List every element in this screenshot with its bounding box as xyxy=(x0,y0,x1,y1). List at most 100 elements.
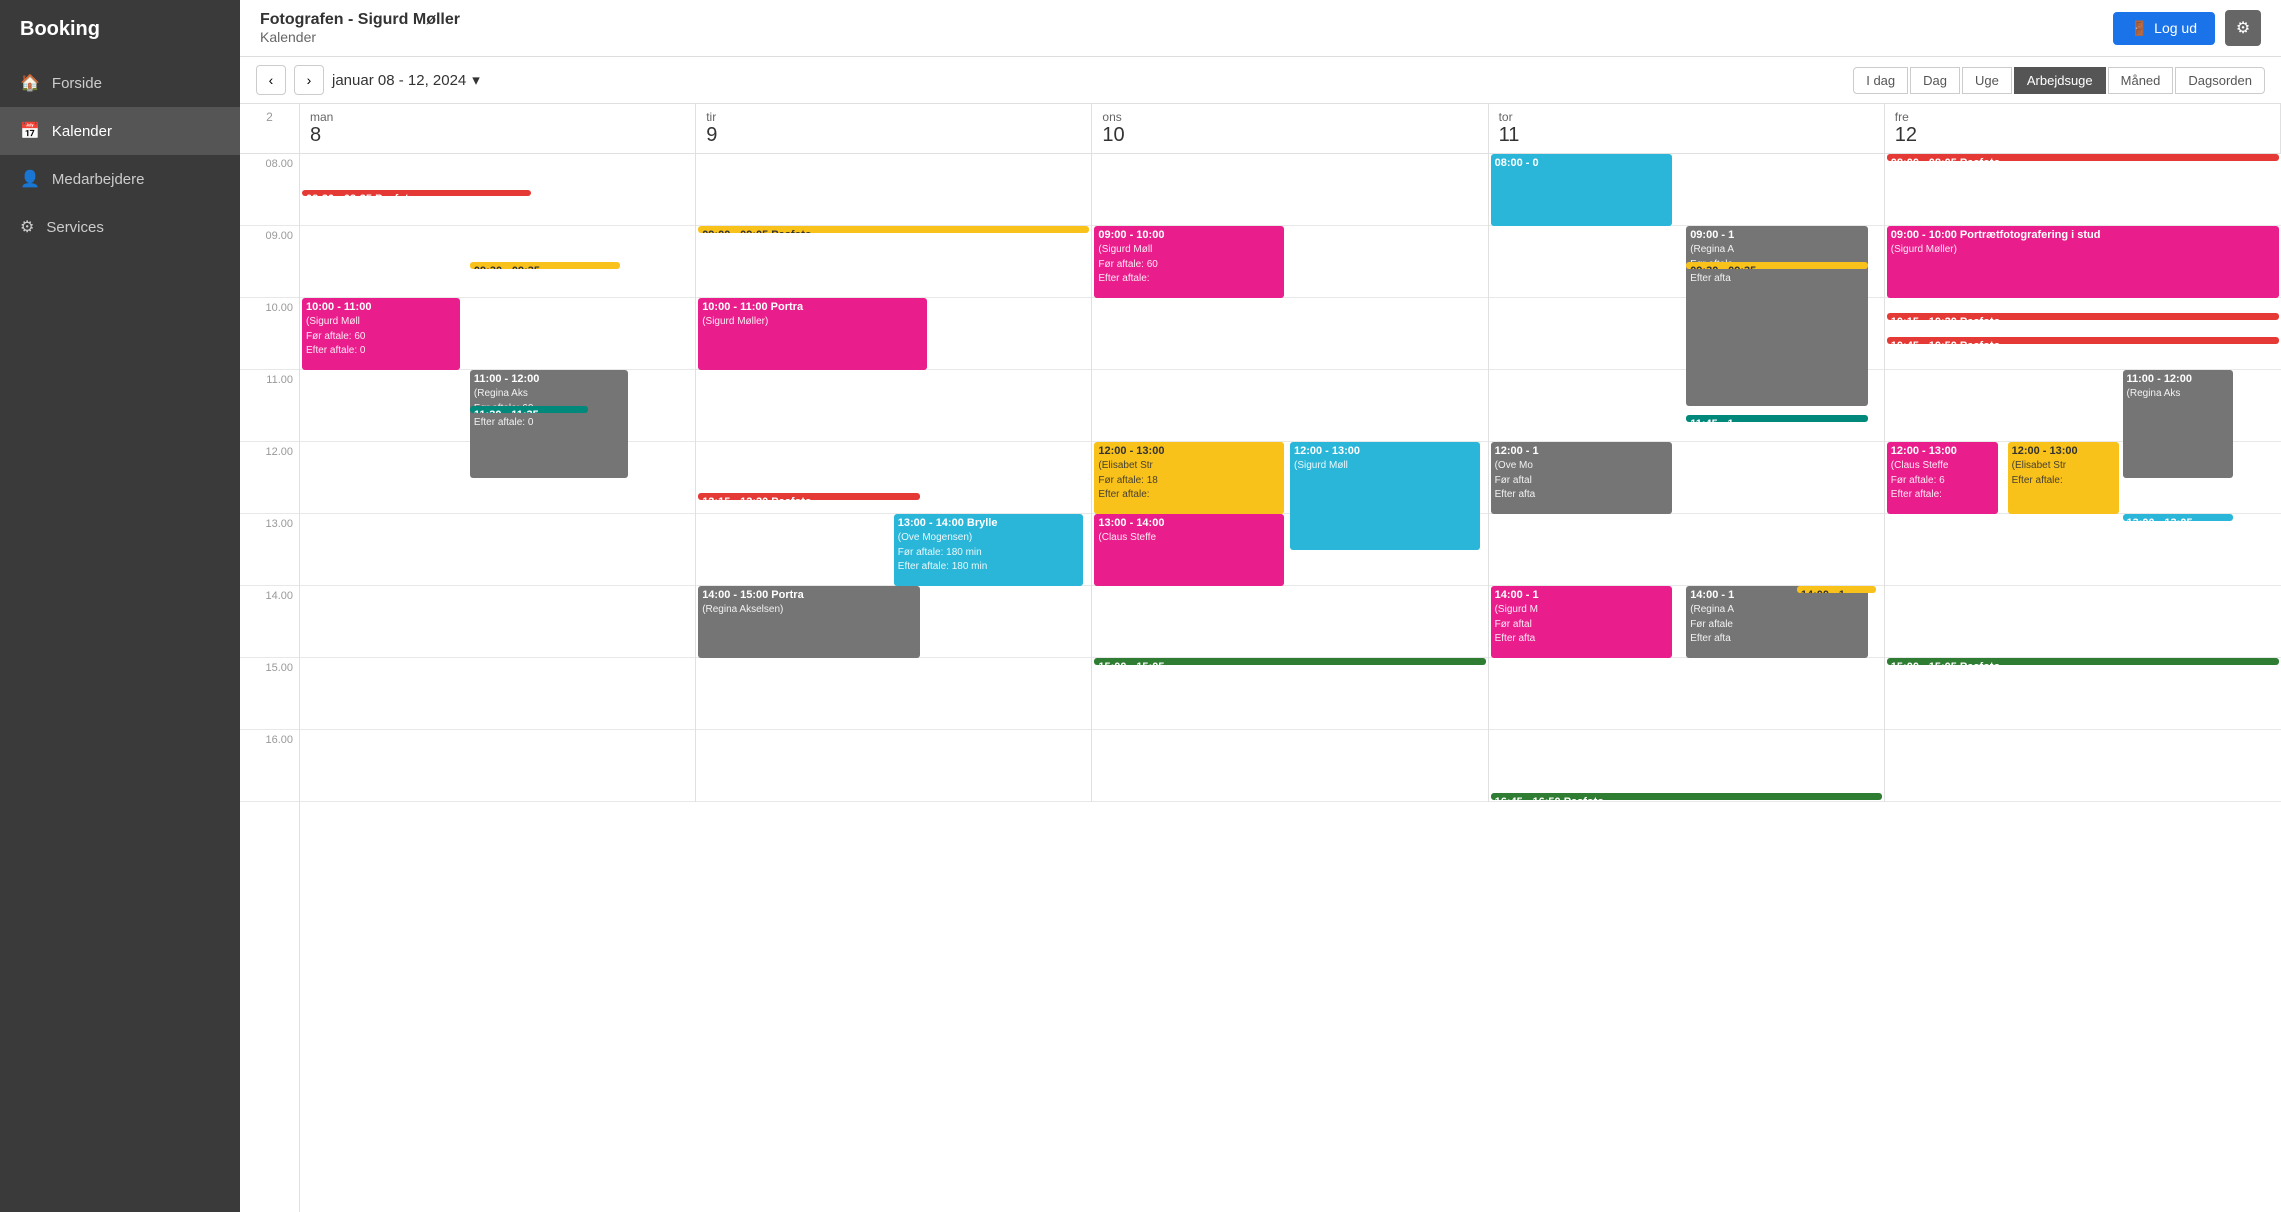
event-thu-1[interactable]: 08:00 - 0 xyxy=(1491,154,1673,226)
time-1400: 14.00 xyxy=(240,586,299,658)
day-header-mon: man 8 xyxy=(300,104,696,153)
event-thu-7[interactable]: 14:00 - 1 (Regina A Før aftale Efter aft… xyxy=(1686,586,1868,658)
sidebar-item-services[interactable]: ⚙ Services xyxy=(0,203,240,251)
logout-label: Log ud xyxy=(2154,20,2197,36)
sidebar-item-kalender-label: Kalender xyxy=(52,123,112,140)
time-1300: 13.00 xyxy=(240,514,299,586)
view-arbejdsuge-button[interactable]: Arbejdsuge xyxy=(2014,67,2106,94)
event-fri-4[interactable]: 10:45 - 10:50 Pasfoto - xyxy=(1887,337,2279,344)
week-number: 2 xyxy=(240,104,300,153)
event-fri-6[interactable]: 12:00 - 13:00 (Elisabet Str Efter aftale… xyxy=(2008,442,2119,514)
event-wed-3[interactable]: 13:00 - 14:00 (Claus Steffe xyxy=(1094,514,1284,586)
event-thu-6[interactable]: 14:00 - 1 (Sigurd M Før aftal Efter afta xyxy=(1491,586,1673,658)
event-tue-5[interactable]: 14:00 - 15:00 Portra (Regina Akselsen) xyxy=(698,586,919,658)
chevron-down-icon: ▾ xyxy=(472,71,480,89)
app-title: Fotografen - Sigurd Møller xyxy=(260,11,460,29)
app-title-block: Fotografen - Sigurd Møller Kalender xyxy=(260,11,460,45)
event-fri-3[interactable]: 10:15 - 10:20 Pasfoto - xyxy=(1887,313,2279,320)
event-wed-2[interactable]: 12:00 - 13:00 (Elisabet Str Før aftale: … xyxy=(1094,442,1284,514)
day-num-thu: 11 xyxy=(1499,124,1874,147)
user-icon: 👤 xyxy=(20,169,40,189)
time-column: 08.00 09.00 10.00 11.00 12.00 13.00 14.0… xyxy=(240,154,300,1212)
logout-button[interactable]: 🚪 Log ud xyxy=(2113,12,2215,45)
day-header-thu: tor 11 xyxy=(1489,104,1885,153)
event-mon-4[interactable]: 09:30 - 09:35 xyxy=(470,262,620,269)
day-header-tue: tir 9 xyxy=(696,104,1092,153)
prev-button[interactable]: ‹ xyxy=(256,65,286,95)
day-header-wed: ons 10 xyxy=(1092,104,1488,153)
day-col-tue: 09:00 - 09:05 Pasfoto - 10:00 - 11:00 Po… xyxy=(696,154,1092,802)
event-fri-2[interactable]: 09:00 - 10:00 Portrætfotografering i stu… xyxy=(1887,226,2279,298)
event-tue-3[interactable]: 13:00 - 14:00 Brylle (Ove Mogensen) Før … xyxy=(894,514,1084,586)
next-button[interactable]: › xyxy=(294,65,324,95)
event-thu-4[interactable]: 12:00 - 1 (Ove Mo Før aftal Efter afta xyxy=(1491,442,1673,514)
event-tue-4[interactable]: 12:15 - 12:20 Pasfoto xyxy=(698,493,919,500)
day-col-fri: 08:00 - 08:05 Pasfoto - 09:00 - 10:00 Po… xyxy=(1885,154,2281,802)
day-name-tue: tir xyxy=(706,110,1081,124)
view-dag-button[interactable]: Dag xyxy=(1910,67,1960,94)
time-0800: 08.00 xyxy=(240,154,299,226)
time-1100: 11.00 xyxy=(240,370,299,442)
time-1500: 15.00 xyxy=(240,658,299,730)
day-num-mon: 8 xyxy=(310,124,685,147)
event-tue-2[interactable]: 10:00 - 11:00 Portra (Sigurd Møller) xyxy=(698,298,927,370)
event-thu-5[interactable]: 11:45 - 1 xyxy=(1686,415,1868,422)
event-tue-1[interactable]: 09:00 - 09:05 Pasfoto - xyxy=(698,226,1089,233)
time-1000: 10.00 xyxy=(240,298,299,370)
day-num-wed: 10 xyxy=(1102,124,1477,147)
event-wed-1[interactable]: 09:00 - 10:00 (Sigurd Møll Før aftale: 6… xyxy=(1094,226,1284,298)
time-0900: 09.00 xyxy=(240,226,299,298)
settings-button[interactable]: ⚙ xyxy=(2225,10,2261,46)
home-icon: 🏠 xyxy=(20,73,40,93)
event-fri-7[interactable]: 11:00 - 12:00 (Regina Aks xyxy=(2123,370,2234,478)
event-thu-9[interactable]: 16:45 - 16:50 Pasfoto - xyxy=(1491,793,1882,800)
date-range-button[interactable]: januar 08 - 12, 2024 ▾ xyxy=(332,71,480,89)
settings-icon: ⚙ xyxy=(2236,18,2250,38)
event-mon-3[interactable]: 11:00 - 12:00 (Regina Aks Før aftale: 60… xyxy=(470,370,628,478)
view-today-button[interactable]: I dag xyxy=(1853,67,1908,94)
day-name-fri: fre xyxy=(1895,110,2270,124)
day-num-tue: 9 xyxy=(706,124,1081,147)
sidebar-item-services-label: Services xyxy=(46,219,104,236)
sidebar-item-forside[interactable]: 🏠 Forside xyxy=(0,59,240,107)
calendar-header-row: 2 man 8 tir 9 ons 10 tor 11 fre 12 xyxy=(240,104,2281,154)
event-mon-1[interactable]: 08:30 - 08:35 Pasfoto - xyxy=(302,190,531,196)
view-dagsorden-button[interactable]: Dagsorden xyxy=(2175,67,2265,94)
event-wed-4[interactable]: 12:00 - 13:00 (Sigurd Møll xyxy=(1290,442,1480,550)
day-name-mon: man xyxy=(310,110,685,124)
day-num-fri: 12 xyxy=(1895,124,2270,147)
sidebar-item-forside-label: Forside xyxy=(52,75,102,92)
view-maaned-button[interactable]: Måned xyxy=(2108,67,2174,94)
sidebar: Booking 🏠 Forside 📅 Kalender 👤 Medarbejd… xyxy=(0,0,240,1212)
event-thu-2[interactable]: 09:00 - 1 (Regina A Før aftale Efter aft… xyxy=(1686,226,1868,406)
calendar-body: 08.00 09.00 10.00 11.00 12.00 13.00 14.0… xyxy=(240,154,2281,1212)
day-col-mon: 08:30 - 08:35 Pasfoto - 10:00 - 11:00 (S… xyxy=(300,154,696,802)
event-fri-5[interactable]: 12:00 - 13:00 (Claus Steffe Før aftale: … xyxy=(1887,442,1998,514)
event-fri-8[interactable]: 13:00 - 13:05 xyxy=(2123,514,2234,521)
event-wed-5[interactable]: 15:00 - 15:05 xyxy=(1094,658,1485,665)
day-col-wed: 09:00 - 10:00 (Sigurd Møll Før aftale: 6… xyxy=(1092,154,1488,802)
event-mon-2[interactable]: 10:00 - 11:00 (Sigurd Møll Før aftale: 6… xyxy=(302,298,460,370)
calendar-toolbar: ‹ › januar 08 - 12, 2024 ▾ I dag Dag Uge… xyxy=(240,57,2281,104)
date-range-label: januar 08 - 12, 2024 xyxy=(332,72,466,89)
event-thu-3[interactable]: 09:30 - 09:35 xyxy=(1686,262,1868,269)
logout-icon: 🚪 xyxy=(2131,20,2148,37)
view-buttons: I dag Dag Uge Arbejdsuge Måned Dagsorden xyxy=(1853,67,2265,94)
event-fri-9[interactable]: 15:00 - 15:05 Pasfoto - xyxy=(1887,658,2279,665)
calendar-grid: 2 man 8 tir 9 ons 10 tor 11 fre 12 xyxy=(240,104,2281,1212)
day-col-thu: 08:00 - 0 09:00 - 1 (Regina A Før aftale… xyxy=(1489,154,1885,802)
time-1600: 16.00 xyxy=(240,730,299,802)
sidebar-item-medarbejdere[interactable]: 👤 Medarbejdere xyxy=(0,155,240,203)
event-fri-1[interactable]: 08:00 - 08:05 Pasfoto - xyxy=(1887,154,2279,161)
sidebar-title: Booking xyxy=(0,0,240,59)
time-1200: 12.00 xyxy=(240,442,299,514)
gear-icon: ⚙ xyxy=(20,217,34,237)
sidebar-item-kalender[interactable]: 📅 Kalender xyxy=(0,107,240,155)
main-content: Fotografen - Sigurd Møller Kalender 🚪 Lo… xyxy=(240,0,2281,1212)
event-thu-8[interactable]: 14:00 - 1 xyxy=(1797,586,1876,593)
header-actions: 🚪 Log ud ⚙ xyxy=(2113,10,2261,46)
event-mon-5[interactable]: 11:30 - 11:35 xyxy=(470,406,589,413)
day-name-thu: tor xyxy=(1499,110,1874,124)
calendar-icon: 📅 xyxy=(20,121,40,141)
view-uge-button[interactable]: Uge xyxy=(1962,67,2012,94)
